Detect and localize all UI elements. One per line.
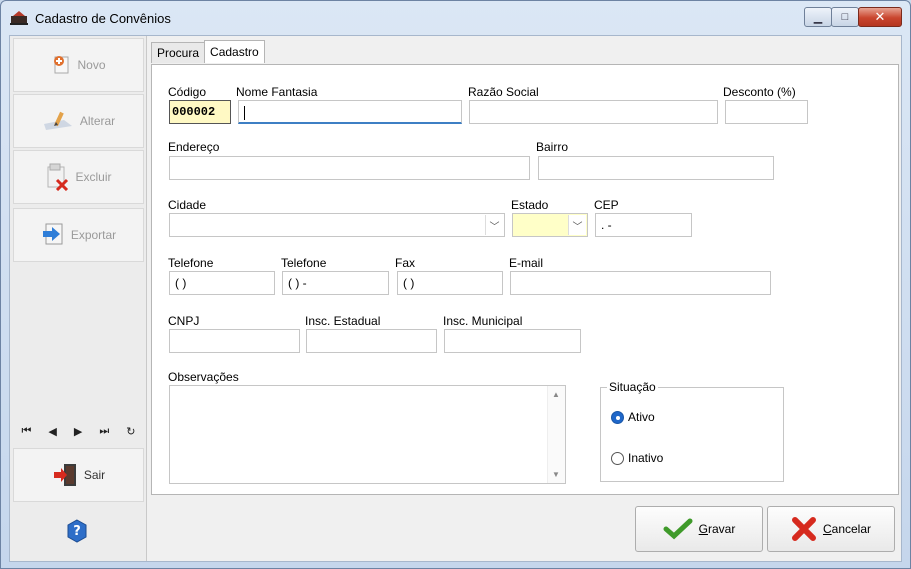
- observacoes-textarea[interactable]: ▲ ▼: [169, 385, 566, 484]
- delete-document-icon: [47, 163, 69, 191]
- codigo-field: 000002: [169, 100, 231, 124]
- cancelar-label: ancelar: [831, 522, 872, 536]
- telefone1-label: Telefone: [168, 256, 214, 270]
- telefone2-input[interactable]: ( ) -: [282, 271, 389, 295]
- tab-strip: Procura Cadastro: [151, 40, 265, 64]
- razao-social-label: Razão Social: [468, 85, 539, 99]
- text-caret: [244, 105, 245, 120]
- cidade-label: Cidade: [168, 198, 207, 212]
- insc-estadual-input[interactable]: [306, 329, 437, 353]
- radio-selected-icon: [611, 410, 624, 424]
- last-record-icon[interactable]: ⏭: [99, 425, 109, 438]
- title-bar[interactable]: Cadastro de Convênios ▁ □ ✕: [1, 1, 910, 35]
- checkmark-icon: [663, 518, 693, 540]
- novo-label: Novo: [77, 58, 106, 72]
- email-input[interactable]: [510, 271, 771, 295]
- estado-combo[interactable]: ﹀: [512, 213, 588, 237]
- cep-label: CEP: [594, 198, 619, 212]
- cnpj-label: CNPJ: [168, 314, 200, 328]
- nome-fantasia-input[interactable]: [238, 100, 462, 124]
- scroll-up-icon[interactable]: ▲: [552, 390, 560, 399]
- telefone1-input[interactable]: ( ): [169, 271, 275, 295]
- codigo-label: Código: [168, 85, 207, 99]
- endereco-label: Endereço: [168, 140, 220, 154]
- client-area: Novo Alterar Excluir Exportar ⏮ ◀ ▶ ⏭ ↻ …: [9, 35, 902, 562]
- radio-unselected-icon: [611, 451, 624, 465]
- tab-procura[interactable]: Procura: [151, 42, 206, 63]
- gravar-label: ravar: [708, 522, 736, 536]
- cep-input[interactable]: . -: [595, 213, 692, 237]
- maximize-button[interactable]: □: [831, 7, 859, 27]
- minimize-button[interactable]: ▁: [804, 7, 832, 27]
- app-icon: [10, 11, 28, 25]
- window-title: Cadastro de Convênios: [35, 11, 171, 26]
- previous-record-icon[interactable]: ◀: [48, 425, 56, 438]
- chevron-down-icon[interactable]: ﹀: [485, 215, 503, 235]
- nome-fantasia-label: Nome Fantasia: [236, 85, 318, 99]
- insc-municipal-label: Insc. Municipal: [443, 314, 523, 328]
- estado-label: Estado: [511, 198, 549, 212]
- gravar-accesskey: G: [698, 522, 708, 536]
- cadastro-panel: Código 000002 Nome Fantasia Razão Social…: [151, 64, 899, 495]
- sair-label: Sair: [83, 468, 106, 482]
- observacoes-label: Observações: [168, 370, 239, 384]
- refresh-icon[interactable]: ↻: [126, 425, 135, 438]
- help-icon: ?: [67, 519, 86, 543]
- gravar-button[interactable]: Gravar: [635, 506, 763, 552]
- excluir-button[interactable]: Excluir: [13, 150, 144, 204]
- cancel-x-icon: [791, 517, 816, 541]
- excluir-label: Excluir: [75, 170, 112, 184]
- export-icon: [42, 223, 63, 245]
- next-record-icon[interactable]: ▶: [74, 425, 82, 438]
- cidade-combo[interactable]: ﹀: [169, 213, 505, 237]
- bairro-input[interactable]: [538, 156, 774, 180]
- exportar-label: Exportar: [70, 228, 117, 242]
- fax-label: Fax: [395, 256, 416, 270]
- situacao-groupbox: Situação Ativo Inativo: [600, 380, 784, 482]
- exportar-button[interactable]: Exportar: [13, 208, 144, 262]
- chevron-down-icon[interactable]: ﹀: [568, 215, 586, 235]
- edit-pencil-icon: [43, 111, 72, 130]
- inativo-label: Inativo: [628, 451, 664, 465]
- ativo-label: Ativo: [628, 410, 655, 424]
- exit-door-icon: [53, 464, 76, 486]
- new-document-icon: [54, 56, 69, 74]
- email-label: E-mail: [509, 256, 544, 270]
- close-button[interactable]: ✕: [858, 7, 902, 27]
- desconto-input[interactable]: [725, 100, 808, 124]
- app-window: Cadastro de Convênios ▁ □ ✕ Novo Alterar…: [0, 0, 911, 569]
- scroll-down-icon[interactable]: ▼: [552, 470, 560, 479]
- telefone2-label: Telefone: [281, 256, 327, 270]
- alterar-button[interactable]: Alterar: [13, 94, 144, 148]
- alterar-label: Alterar: [79, 114, 116, 128]
- razao-social-input[interactable]: [469, 100, 718, 124]
- memo-scrollbar[interactable]: ▲ ▼: [547, 386, 565, 483]
- svg-text:?: ?: [73, 524, 81, 539]
- left-toolbar: Novo Alterar Excluir Exportar ⏮ ◀ ▶ ⏭ ↻ …: [10, 36, 147, 561]
- desconto-label: Desconto (%): [723, 85, 796, 99]
- first-record-icon[interactable]: ⏮: [22, 425, 32, 438]
- bairro-label: Bairro: [536, 140, 569, 154]
- situacao-label: Situação: [607, 380, 658, 394]
- endereco-input[interactable]: [169, 156, 530, 180]
- tab-cadastro[interactable]: Cadastro: [204, 40, 265, 63]
- radio-inativo[interactable]: Inativo: [611, 451, 663, 465]
- insc-municipal-input[interactable]: [444, 329, 581, 353]
- cancelar-button[interactable]: Cancelar: [767, 506, 895, 552]
- insc-estadual-label: Insc. Estadual: [305, 314, 381, 328]
- radio-ativo[interactable]: Ativo: [611, 410, 655, 424]
- help-button[interactable]: ?: [13, 504, 144, 558]
- sair-button[interactable]: Sair: [13, 448, 144, 502]
- cnpj-input[interactable]: [169, 329, 300, 353]
- fax-input[interactable]: ( ): [397, 271, 503, 295]
- record-navigator: ⏮ ◀ ▶ ⏭ ↻: [13, 417, 144, 445]
- novo-button[interactable]: Novo: [13, 38, 144, 92]
- cancelar-accesskey: C: [822, 522, 832, 536]
